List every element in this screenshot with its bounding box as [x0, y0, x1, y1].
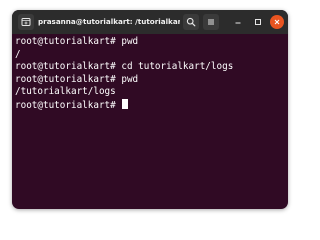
close-icon	[274, 19, 280, 25]
menu-button[interactable]	[203, 14, 219, 30]
terminal-line: /	[15, 48, 21, 60]
minimize-button[interactable]	[231, 15, 245, 29]
terminal-line: root@tutorialkart# cd tutorialkart/logs	[15, 61, 234, 72]
terminal-output[interactable]: root@tutorialkart# pwd / root@tutorialka…	[12, 34, 288, 209]
text-cursor	[122, 98, 129, 109]
close-button[interactable]	[270, 15, 284, 29]
window-title: prasanna@tutorialkart: /tutorialkart	[38, 17, 180, 26]
terminal-line: root@tutorialkart# pwd	[15, 36, 139, 47]
search-icon	[186, 17, 196, 27]
minimize-icon	[235, 22, 241, 24]
hamburger-menu-icon	[208, 19, 214, 25]
terminal-window: prasanna@tutorialkart: /tutorialkart roo…	[12, 10, 288, 209]
terminal-line: /tutorialkart/logs	[15, 86, 116, 97]
search-button[interactable]	[183, 14, 199, 30]
terminal-line: root@tutorialkart# pwd	[15, 73, 139, 85]
prompt-line: root@tutorialkart#	[15, 98, 288, 112]
title-bar[interactable]: prasanna@tutorialkart: /tutorialkart	[12, 10, 288, 34]
current-prompt: root@tutorialkart#	[15, 99, 122, 111]
terminal-new-tab-icon	[21, 18, 31, 26]
maximize-icon	[255, 19, 261, 25]
maximize-button[interactable]	[251, 15, 265, 29]
new-tab-button[interactable]	[18, 14, 34, 30]
